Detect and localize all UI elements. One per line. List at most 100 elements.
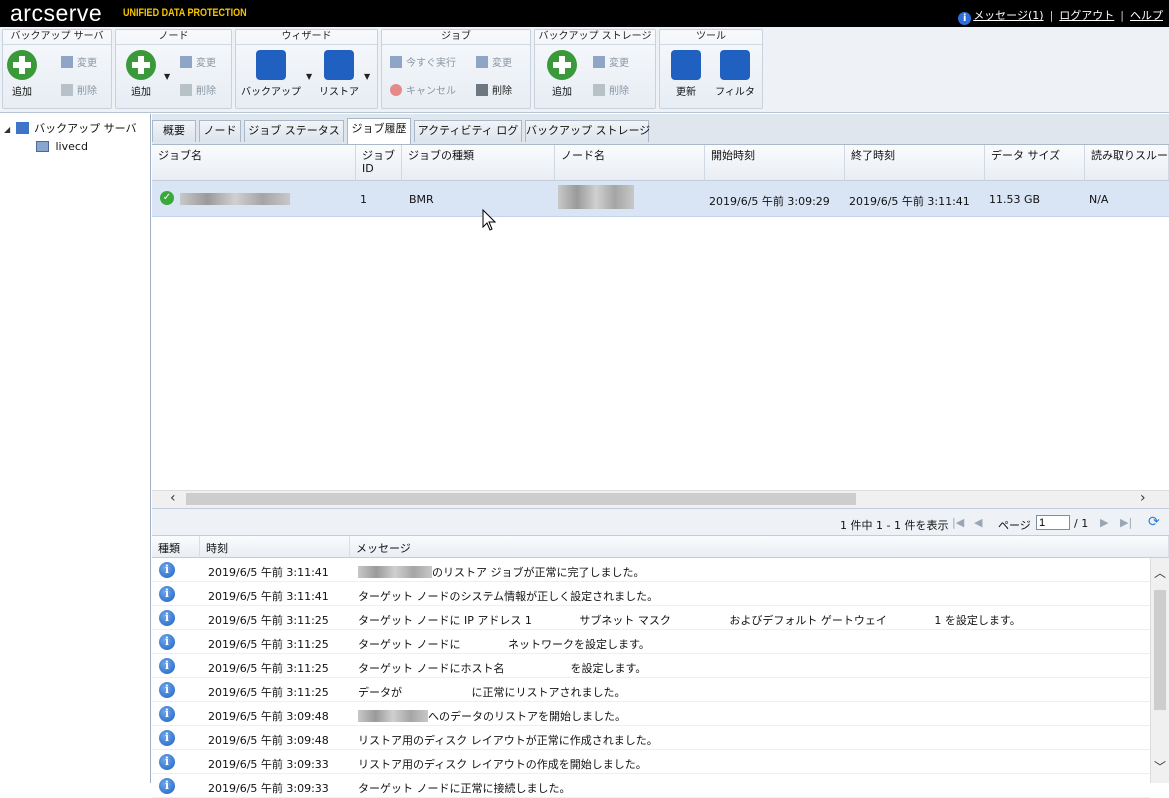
log-row[interactable]: i 2019/6/5 午前 3:09:48 へのデータのリストアを開始しました。 — [152, 702, 1150, 726]
expand-icon[interactable]: ◢ — [4, 125, 10, 134]
first-page-icon[interactable]: |◀ — [952, 516, 964, 529]
filter-icon — [720, 50, 750, 80]
logout-link[interactable]: ログアウト — [1059, 9, 1114, 22]
tree-item-livecd[interactable]: livecd — [36, 140, 88, 153]
log-message: リストア用のディスク レイアウトが正常に作成されました。 — [358, 734, 658, 747]
column-time[interactable]: 時刻 — [200, 536, 350, 558]
info-icon: i — [159, 634, 175, 650]
group-title: ウィザード — [236, 30, 377, 45]
filter-button[interactable]: フィルタ — [714, 50, 756, 98]
log-row[interactable]: i 2019/6/5 午前 3:11:41 ターゲット ノードのシステム情報が正… — [152, 582, 1150, 606]
top-bar: arcserve UNIFIED DATA PROTECTION i メッセージ(… — [0, 0, 1169, 27]
log-row[interactable]: i 2019/6/5 午前 3:09:33 ターゲット ノードに正常に接続しまし… — [152, 774, 1150, 798]
log-row[interactable]: i 2019/6/5 午前 3:09:48 リストア用のディスク レイアウトが正… — [152, 726, 1150, 750]
log-message: のリストア ジョブが正常に完了しました。 — [358, 564, 645, 580]
info-icon: i — [159, 562, 175, 578]
log-row[interactable]: i 2019/6/5 午前 3:11:25 ターゲット ノードに ネットワークを… — [152, 630, 1150, 654]
column-read-throughput[interactable]: 読み取りスループ — [1085, 145, 1169, 181]
column-data-size[interactable]: データ サイズ — [985, 145, 1085, 181]
tab-node[interactable]: ノード — [199, 120, 241, 142]
chevron-down-icon[interactable]: ▼ — [306, 72, 312, 81]
delete-job-button[interactable]: 削除 — [476, 82, 512, 97]
tab-job-status[interactable]: ジョブ ステータス — [244, 120, 344, 142]
column-node-name[interactable]: ノード名 — [555, 145, 705, 181]
page-label: ページ — [998, 519, 1031, 532]
refresh-button[interactable]: 更新 — [670, 50, 702, 98]
refresh-icon[interactable]: ⟳ — [1148, 514, 1160, 530]
delete-storage-button[interactable]: 削除 — [593, 82, 629, 97]
scroll-right-icon[interactable]: › — [1140, 490, 1146, 506]
group-tools: ツール 更新 フィルタ — [659, 29, 763, 109]
scroll-up-icon[interactable]: ︿ — [1154, 564, 1166, 581]
column-job-name[interactable]: ジョブ名 — [152, 145, 356, 181]
delete-node-button[interactable]: 削除 — [180, 82, 216, 97]
scroll-down-icon[interactable]: ﹀ — [1154, 758, 1166, 775]
column-job-type[interactable]: ジョブの種類 — [402, 145, 555, 181]
group-wizard: ウィザード バックアップ ▼ リストア ▼ — [235, 29, 378, 109]
run-now-button[interactable]: 今すぐ実行 — [390, 54, 456, 69]
job-type-cell: BMR — [409, 193, 434, 206]
log-time: 2019/6/5 午前 3:11:25 — [208, 662, 329, 675]
scrollbar-thumb[interactable] — [1154, 590, 1166, 710]
add-server-button[interactable]: 追加 — [7, 50, 37, 98]
throughput-cell: N/A — [1089, 193, 1109, 206]
log-row[interactable]: i 2019/6/5 午前 3:11:25 ターゲット ノードに IP アドレス… — [152, 606, 1150, 630]
add-icon — [126, 50, 156, 80]
table-row[interactable]: ✓ 1 BMR 2019/6/5 午前 3:09:29 2019/6/5 午前 … — [152, 181, 1169, 217]
info-icon: i — [159, 778, 175, 794]
group-title: ノード — [116, 30, 231, 45]
computer-icon — [36, 141, 49, 152]
messages-link[interactable]: メッセージ(1) — [973, 9, 1043, 22]
info-icon: i — [958, 12, 972, 25]
column-job-id[interactable]: ジョブ ID — [356, 145, 402, 181]
vertical-scrollbar[interactable]: ︿ ﹀ — [1150, 558, 1169, 783]
restore-wizard-button[interactable]: リストア — [318, 50, 360, 98]
info-icon: i — [159, 754, 175, 770]
cancel-job-button[interactable]: キャンセル — [390, 82, 456, 97]
log-row[interactable]: i 2019/6/5 午前 3:11:25 ターゲット ノードにホスト名 を設定… — [152, 654, 1150, 678]
tab-overview[interactable]: 概要 — [152, 120, 196, 142]
scroll-left-icon[interactable]: ‹ — [170, 490, 176, 506]
scrollbar-thumb[interactable] — [186, 493, 856, 505]
chevron-down-icon[interactable]: ▼ — [364, 72, 370, 81]
refresh-icon — [671, 50, 701, 80]
log-message: ターゲット ノードに IP アドレス 1 サブネット マスク およびデフォルト … — [358, 614, 1021, 627]
column-end-time[interactable]: 終了時刻 — [845, 145, 985, 181]
trash-icon — [476, 84, 488, 96]
horizontal-scrollbar[interactable]: ‹ › — [152, 490, 1169, 508]
add-node-button[interactable]: 追加 — [124, 50, 158, 98]
add-icon — [7, 50, 37, 80]
modify-node-button[interactable]: 変更 — [180, 54, 216, 69]
prev-page-icon[interactable]: ◀ — [974, 516, 982, 529]
info-icon: i — [159, 682, 175, 698]
backup-wizard-button[interactable]: バックアップ — [240, 50, 302, 98]
tree-root-backup-server[interactable]: ◢ バックアップ サーバ — [4, 120, 137, 136]
log-message: ターゲット ノードにホスト名 を設定します。 — [358, 662, 647, 675]
help-link[interactable]: ヘルプ — [1130, 9, 1163, 22]
column-start-time[interactable]: 開始時刻 — [705, 145, 845, 181]
tab-job-history[interactable]: ジョブ履歴 — [347, 118, 411, 144]
add-storage-button[interactable]: 追加 — [547, 50, 577, 98]
info-icon: i — [159, 706, 175, 722]
ribbon-toolbar: バックアップ サーバ 追加 変更 削除 ノード 追加 ▼ 変更 削除 ウィザード… — [0, 27, 1169, 113]
chevron-down-icon[interactable]: ▼ — [164, 72, 170, 81]
modify-icon — [61, 56, 73, 68]
modify-storage-button[interactable]: 変更 — [593, 54, 629, 69]
page-number-input[interactable] — [1036, 515, 1070, 530]
column-type[interactable]: 種類 — [152, 536, 200, 558]
column-message[interactable]: メッセージ — [350, 536, 1169, 558]
group-backup-server: バックアップ サーバ 追加 変更 削除 — [2, 29, 112, 109]
log-row[interactable]: i 2019/6/5 午前 3:11:25 データが に正常にリストアされました… — [152, 678, 1150, 702]
trash-icon — [593, 84, 605, 96]
log-row[interactable]: i 2019/6/5 午前 3:11:41 のリストア ジョブが正常に完了しまし… — [152, 558, 1150, 582]
next-page-icon[interactable]: ▶ — [1100, 516, 1108, 529]
modify-server-button[interactable]: 変更 — [61, 54, 97, 69]
delete-server-button[interactable]: 削除 — [61, 82, 97, 97]
tab-backup-storage[interactable]: バックアップ ストレージ — [525, 120, 650, 142]
log-time: 2019/6/5 午前 3:09:33 — [208, 782, 329, 795]
tab-activity-log[interactable]: アクティビティ ログ — [414, 120, 522, 142]
last-page-icon[interactable]: ▶| — [1120, 516, 1132, 529]
modify-job-button[interactable]: 変更 — [476, 54, 512, 69]
log-row[interactable]: i 2019/6/5 午前 3:09:33 リストア用のディスク レイアウトの作… — [152, 750, 1150, 774]
log-message: ターゲット ノードのシステム情報が正しく設定されました。 — [358, 590, 659, 603]
